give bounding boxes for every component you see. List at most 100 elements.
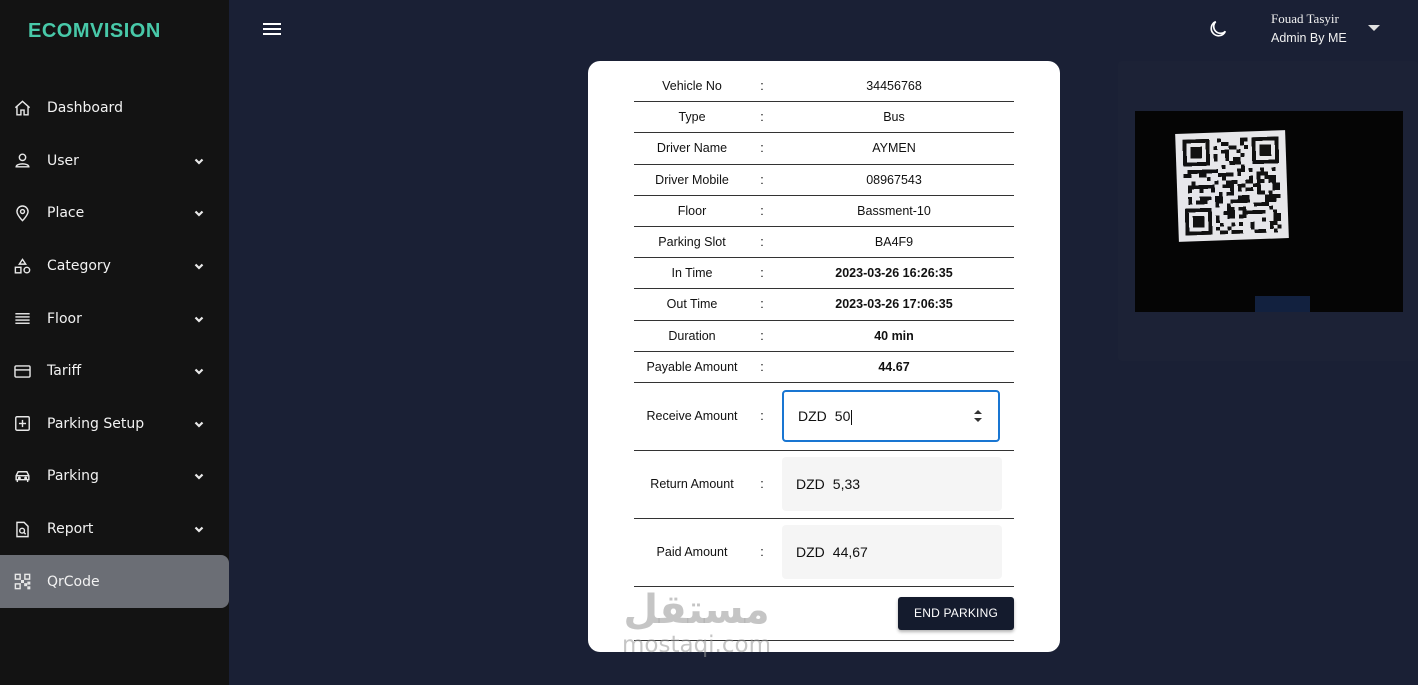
separator: :: [760, 359, 764, 374]
paid-amount-label: Paid Amount: [656, 545, 728, 560]
separator: :: [760, 79, 764, 94]
number-spinner-icon[interactable]: [974, 410, 982, 423]
sidebar-item-floor[interactable]: Floor: [0, 292, 229, 345]
sidebar-item-category[interactable]: Category: [0, 240, 229, 293]
sidebar-item-label: Floor: [47, 310, 82, 327]
separator: :: [760, 235, 764, 250]
detail-label: Floor: [677, 203, 707, 218]
paid-amount-field: DZD 44,67: [782, 525, 1002, 580]
detail-row: Parking Slot: BA4F9: [634, 227, 1014, 259]
document-search-icon: [12, 519, 32, 539]
chevron-down-icon[interactable]: [193, 260, 205, 272]
detail-row: Floor: Bassment-10: [634, 196, 1014, 227]
detail-value: 40 min: [874, 328, 914, 343]
end-parking-button[interactable]: END PARKING: [898, 596, 1014, 630]
detail-value: BA4F9: [874, 235, 914, 250]
currency-label: DZD: [796, 544, 825, 561]
user-profile[interactable]: Fouad Tasyir Admin By ME: [1271, 11, 1347, 45]
watermark: مستقل mostaqi.com: [622, 588, 771, 658]
detail-row: Vehicle No: 34456768: [634, 71, 1014, 103]
detail-label: In Time: [671, 266, 713, 281]
user-name: Fouad Tasyir: [1271, 11, 1339, 26]
separator: :: [760, 266, 764, 281]
detail-row: Driver Mobile: 08967543: [634, 165, 1014, 196]
detail-label: Driver Mobile: [655, 172, 729, 187]
sidebar-item-label: Category: [47, 258, 111, 275]
chevron-down-icon[interactable]: [193, 207, 205, 219]
sidebar-item-parking[interactable]: Parking: [0, 450, 229, 503]
chevron-down-icon[interactable]: [193, 418, 205, 430]
receive-amount-input[interactable]: DZD 50: [782, 390, 1000, 443]
watermark-latin: mostaqi.com: [622, 632, 771, 658]
detail-value: 34456768: [866, 79, 922, 94]
map-pin-icon: [12, 203, 32, 223]
detail-row: Driver Name: AYMEN: [634, 133, 1014, 165]
sidebar: ECOMVISION Dashboard User Place Category Flo…: [0, 0, 229, 685]
camera-background-object: [1255, 296, 1310, 312]
hamburger-menu-icon[interactable]: [262, 20, 282, 38]
chevron-down-icon[interactable]: [193, 470, 205, 482]
separator: :: [760, 477, 764, 492]
credit-card-icon: [12, 361, 32, 381]
sidebar-nav: Dashboard User Place Category Floor Tariff Par…: [0, 82, 229, 608]
paid-amount-row: Paid Amount : DZD 44,67: [634, 519, 1014, 587]
camera-feed: [1135, 111, 1403, 312]
detail-label: Parking Slot: [658, 235, 726, 250]
sidebar-item-place[interactable]: Place: [0, 187, 229, 240]
sidebar-item-user[interactable]: User: [0, 135, 229, 188]
detail-value: 2023-03-26 17:06:35: [835, 297, 953, 312]
receive-amount-value: 50: [834, 407, 853, 425]
qr-code-icon: [12, 572, 32, 592]
brand-logo[interactable]: ECOMVISION: [28, 20, 161, 43]
currency-label: DZD: [796, 476, 825, 493]
qr-code-image: [1175, 130, 1289, 242]
parking-details-card: Vehicle No: 34456768 Type: Bus Driver Name: A…: [588, 61, 1060, 652]
detail-label: Vehicle No: [662, 79, 722, 94]
separator: :: [760, 141, 764, 156]
sidebar-item-qrcode[interactable]: QrCode: [0, 555, 229, 608]
return-amount-value: 5,33: [832, 476, 861, 493]
sidebar-item-label: Parking Setup: [47, 415, 145, 432]
detail-value: 08967543: [866, 172, 922, 187]
watermark-arabic: مستقل: [623, 587, 770, 633]
dark-mode-moon-icon[interactable]: [1207, 18, 1229, 40]
return-amount-field: DZD 5,33: [782, 457, 1002, 512]
user-menu-caret-icon[interactable]: [1368, 25, 1380, 31]
detail-label: Type: [678, 110, 706, 125]
details-table: Vehicle No: 34456768 Type: Bus Driver Name: A…: [634, 71, 1014, 641]
chevron-down-icon[interactable]: [193, 313, 205, 325]
sidebar-item-label: Dashboard: [47, 100, 123, 117]
user-icon: [12, 151, 32, 171]
sidebar-item-report[interactable]: Report: [0, 503, 229, 556]
separator: :: [760, 297, 764, 312]
chevron-down-icon[interactable]: [193, 365, 205, 377]
separator: :: [760, 328, 764, 343]
detail-value: AYMEN: [872, 141, 916, 156]
detail-row: Type: Bus: [634, 102, 1014, 134]
return-amount-label: Return Amount: [650, 477, 734, 492]
sidebar-item-tariff[interactable]: Tariff: [0, 345, 229, 398]
separator: :: [760, 409, 764, 424]
detail-value: Bassment-10: [857, 203, 931, 218]
separator: :: [760, 203, 764, 218]
detail-label: Duration: [668, 328, 716, 343]
sidebar-item-label: User: [47, 152, 79, 169]
user-role: Admin By ME: [1271, 31, 1347, 45]
paid-amount-value: 44,67: [832, 544, 868, 561]
sidebar-item-dashboard[interactable]: Dashboard: [0, 82, 229, 135]
sidebar-item-label: Parking: [47, 468, 99, 485]
detail-row: Out Time: 2023-03-26 17:06:35: [634, 289, 1014, 321]
sidebar-item-parking-setup[interactable]: Parking Setup: [0, 398, 229, 451]
add-box-icon: [12, 414, 32, 434]
currency-label: DZD: [798, 408, 827, 425]
separator: :: [760, 172, 764, 187]
sidebar-item-label: Tariff: [47, 363, 82, 380]
sidebar-item-label: QrCode: [47, 573, 100, 590]
chevron-down-icon[interactable]: [193, 155, 205, 167]
detail-value: 44.67: [878, 359, 910, 374]
separator: :: [760, 545, 764, 560]
detail-row: Payable Amount: 44.67: [634, 352, 1014, 383]
separator: :: [760, 110, 764, 125]
sidebar-item-label: Report: [47, 521, 94, 538]
chevron-down-icon[interactable]: [193, 523, 205, 535]
